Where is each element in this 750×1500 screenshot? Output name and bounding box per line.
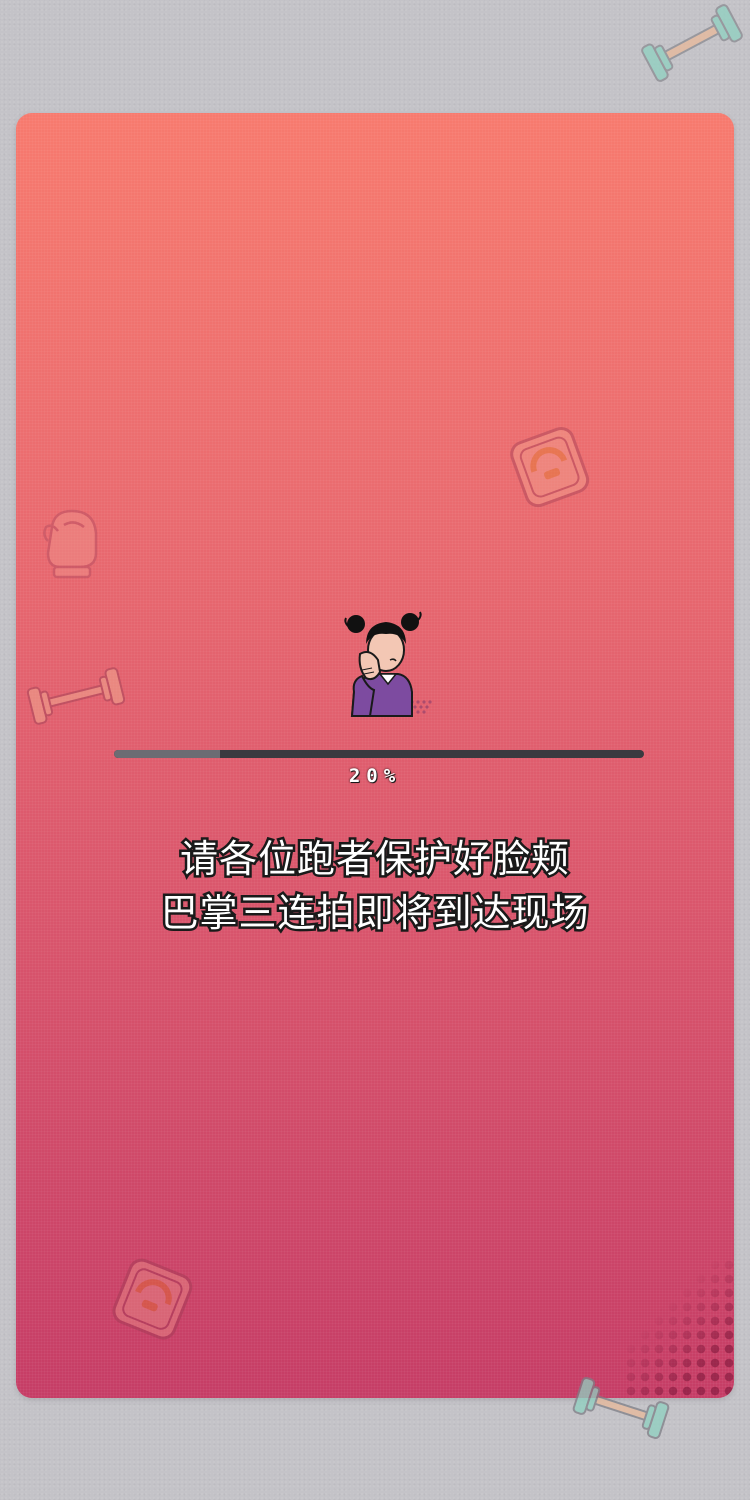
progress-bar xyxy=(114,750,644,758)
boxing-glove-icon xyxy=(43,509,98,579)
scale-icon xyxy=(510,426,590,508)
progress-percent-label: 20% xyxy=(348,765,402,787)
girl-illustration xyxy=(344,611,432,717)
loading-message-line-1: 请各位跑者保护好脸颊 xyxy=(177,835,571,884)
dumbbell-icon xyxy=(572,1377,670,1439)
dumbbell-icon xyxy=(641,4,743,82)
loading-message: 请各位跑者保护好脸颊 巴掌三连拍即将到达现场 xyxy=(0,832,750,940)
dumbbell-icon xyxy=(26,667,126,725)
loading-message-line-2: 巴掌三连拍即将到达现场 xyxy=(158,889,591,938)
progress-bar-fill xyxy=(114,750,220,758)
scale-icon xyxy=(112,1258,193,1340)
